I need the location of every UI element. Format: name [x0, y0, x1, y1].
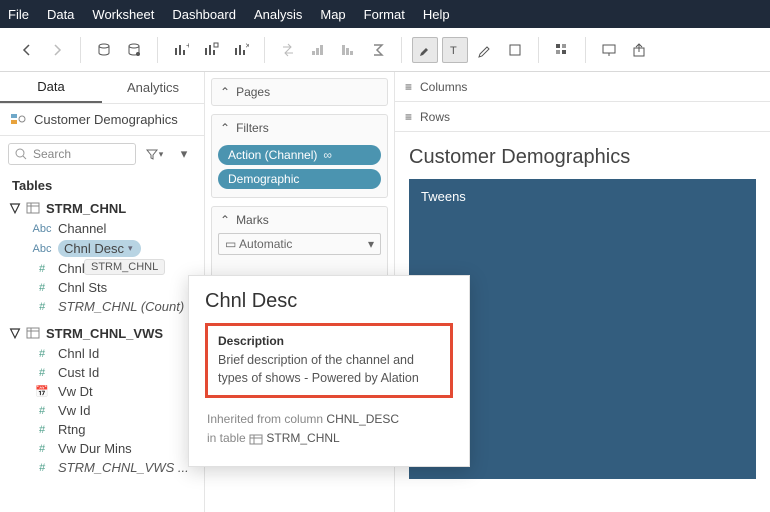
- table-icon: [26, 202, 40, 214]
- description-text: Brief description of the channel and typ…: [218, 352, 440, 387]
- toolbar: + ✕ T: [0, 28, 770, 72]
- number-icon: #: [32, 462, 52, 474]
- menu-file[interactable]: File: [8, 7, 29, 22]
- table-icon: [26, 327, 40, 339]
- field-tooltip: Chnl Desc Description Brief description …: [188, 275, 470, 467]
- field-cust-id[interactable]: #Cust Id: [6, 363, 198, 382]
- field-chnl-id[interactable]: #Chnl Id: [6, 344, 198, 363]
- search-icon: [15, 148, 27, 160]
- search-placeholder: Search: [33, 147, 71, 161]
- menu-map[interactable]: Map: [320, 7, 345, 22]
- field-chnl-sts[interactable]: #Chnl Sts: [6, 278, 198, 297]
- mark-label: Tweens: [421, 189, 466, 204]
- totals-button[interactable]: [365, 37, 391, 63]
- mark-type-select[interactable]: ▭ Automatic▾: [218, 233, 381, 255]
- svg-text:+: +: [186, 42, 189, 50]
- field-chnl[interactable]: #ChnlSTRM_CHNL: [6, 259, 198, 278]
- svg-text:T: T: [450, 45, 457, 57]
- sort-desc-button[interactable]: [335, 37, 361, 63]
- number-icon: #: [32, 405, 52, 417]
- share-button[interactable]: [626, 37, 652, 63]
- data-pane: Data Analytics Customer Demographics Sea…: [0, 72, 205, 512]
- tooltip-title: Chnl Desc: [205, 290, 453, 313]
- fit-dropdown[interactable]: [502, 37, 528, 63]
- table-icon: [249, 434, 263, 445]
- field-strm-chnl-vws-count[interactable]: #STRM_CHNL_VWS ...: [6, 458, 198, 477]
- field-strm-chnl-count[interactable]: #STRM_CHNL (Count): [6, 297, 198, 316]
- number-icon: #: [32, 301, 52, 313]
- filter-fields-button[interactable]: ▾: [142, 142, 166, 166]
- data-pane-menu-button[interactable]: ▾: [172, 142, 196, 166]
- number-icon: #: [32, 282, 52, 294]
- field-chnl-desc[interactable]: AbcChnl Desc▾: [6, 238, 198, 259]
- field-vw-dur-mins[interactable]: #Vw Dur Mins: [6, 439, 198, 458]
- number-icon: #: [32, 263, 52, 275]
- menu-data[interactable]: Data: [47, 7, 74, 22]
- menu-analysis[interactable]: Analysis: [254, 7, 302, 22]
- search-input[interactable]: Search: [8, 143, 136, 165]
- sheet-title[interactable]: Customer Demographics: [395, 132, 770, 179]
- datasource-icon: [10, 113, 26, 127]
- table-strm-chnl-vws[interactable]: ▽STRM_CHNL_VWS: [6, 322, 198, 344]
- duplicate-sheet-button[interactable]: [198, 37, 224, 63]
- svg-text:✕: ✕: [245, 43, 249, 50]
- refresh-datasource-button[interactable]: [121, 37, 147, 63]
- field-rtng[interactable]: #Rtng: [6, 420, 198, 439]
- filters-shelf[interactable]: ⌃Filters Action (Channel)∞ Demographic: [211, 114, 388, 198]
- presentation-button[interactable]: [596, 37, 622, 63]
- menu-dashboard[interactable]: Dashboard: [172, 7, 236, 22]
- field-tree: ▽STRM_CHNL AbcChannel AbcChnl Desc▾ #Chn…: [0, 197, 204, 477]
- menu-format[interactable]: Format: [364, 7, 405, 22]
- number-icon: #: [32, 367, 52, 379]
- sort-asc-button[interactable]: [305, 37, 331, 63]
- menu-help[interactable]: Help: [423, 7, 450, 22]
- text-icon: Abc: [32, 223, 52, 235]
- columns-icon: ≡: [405, 80, 412, 94]
- description-label: Description: [218, 334, 440, 348]
- text-icon: Abc: [32, 243, 52, 255]
- new-worksheet-button[interactable]: +: [168, 37, 194, 63]
- tables-header: Tables: [0, 172, 204, 197]
- link-icon: ∞: [323, 148, 332, 162]
- date-icon: 📅: [32, 385, 52, 398]
- labels-button[interactable]: T: [442, 37, 468, 63]
- back-button[interactable]: [14, 37, 40, 63]
- show-me-button[interactable]: [549, 37, 575, 63]
- filter-pill-demographic[interactable]: Demographic: [218, 169, 381, 189]
- datasource-name: Customer Demographics: [34, 112, 178, 127]
- rows-icon: ≡: [405, 110, 412, 124]
- highlight-button[interactable]: [412, 37, 438, 63]
- number-icon: #: [32, 443, 52, 455]
- clear-sheet-button[interactable]: ✕: [228, 37, 254, 63]
- pages-shelf[interactable]: ⌃Pages: [211, 78, 388, 106]
- field-vw-dt[interactable]: 📅Vw Dt: [6, 382, 198, 401]
- tab-data[interactable]: Data: [0, 72, 102, 103]
- menu-worksheet[interactable]: Worksheet: [92, 7, 154, 22]
- tab-analytics[interactable]: Analytics: [102, 72, 204, 103]
- rows-shelf[interactable]: ≡Rows: [395, 102, 770, 132]
- format-button[interactable]: [472, 37, 498, 63]
- number-icon: #: [32, 424, 52, 436]
- number-icon: #: [32, 348, 52, 360]
- new-datasource-button[interactable]: [91, 37, 117, 63]
- field-vw-id[interactable]: #Vw Id: [6, 401, 198, 420]
- datasource-row[interactable]: Customer Demographics: [0, 104, 204, 135]
- table-hint-tag: STRM_CHNL: [84, 259, 165, 275]
- description-box: Description Brief description of the cha…: [205, 323, 453, 398]
- swap-button[interactable]: [275, 37, 301, 63]
- field-channel[interactable]: AbcChannel: [6, 219, 198, 238]
- forward-button[interactable]: [44, 37, 70, 63]
- columns-shelf[interactable]: ≡Columns: [395, 72, 770, 102]
- menubar: File Data Worksheet Dashboard Analysis M…: [0, 0, 770, 28]
- inherited-from: Inherited from column CHNL_DESC in table…: [205, 406, 453, 452]
- filter-pill-action[interactable]: Action (Channel)∞: [218, 145, 381, 165]
- table-strm-chnl[interactable]: ▽STRM_CHNL: [6, 197, 198, 219]
